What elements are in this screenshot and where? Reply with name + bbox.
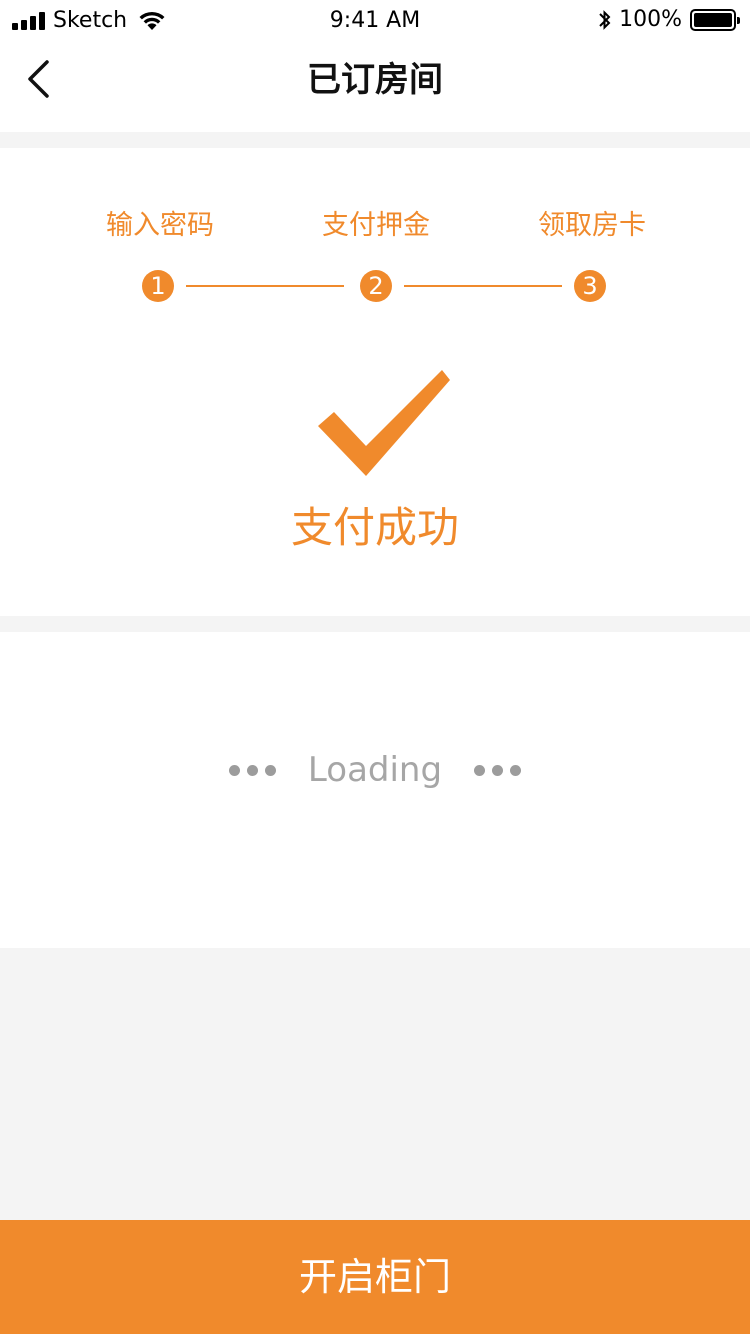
loading-card: Loading: [0, 632, 750, 948]
payment-progress-card: 输入密码 支付押金 领取房卡 1 2 3 支付成功: [0, 148, 750, 616]
step-label-3: 领取房卡: [538, 210, 646, 241]
step-connector-1: [186, 285, 344, 287]
loading-dots-right: [474, 764, 522, 776]
step-label-2: 支付押金: [322, 210, 430, 241]
battery-icon: [690, 9, 740, 31]
status-bar: Sketch 9:41 AM 100%: [0, 0, 750, 40]
step-number-1: 1: [142, 270, 174, 302]
bluetooth-icon: [599, 10, 611, 30]
battery-percent: 100%: [619, 7, 682, 32]
loading-dots-left: [228, 764, 276, 776]
step-label-1: 输入密码: [106, 210, 214, 241]
battery-level: [694, 13, 732, 27]
payment-success-text: 支付成功: [290, 503, 459, 552]
status-right: 100%: [597, 7, 740, 33]
open-locker-button[interactable]: 开启柜门: [0, 1220, 750, 1334]
loading-text: Loading: [307, 750, 443, 790]
checkmark-icon: [318, 370, 450, 476]
step-number-3: 3: [574, 270, 606, 302]
step-connector-2: [404, 285, 562, 287]
loading-indicator: Loading: [0, 746, 750, 794]
page-title: 已订房间: [307, 60, 443, 100]
step-number-2: 2: [360, 270, 392, 302]
nav-bar: 已订房间: [0, 40, 750, 132]
